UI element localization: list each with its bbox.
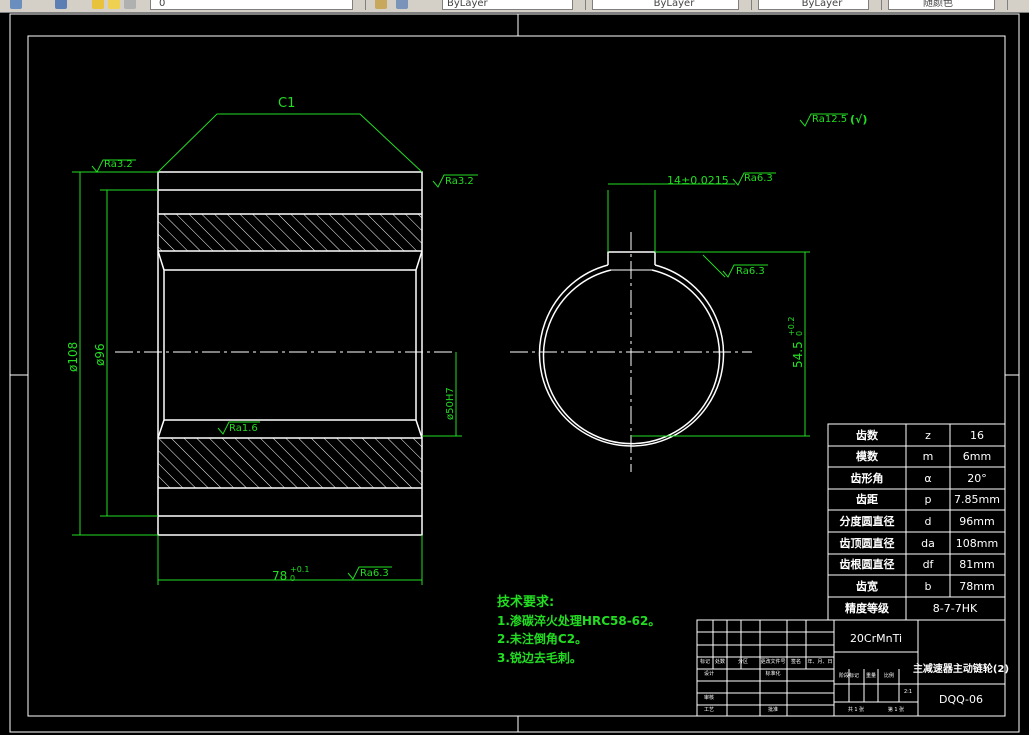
roughness-general-suffix: (√): [850, 113, 867, 126]
hatch-lower: [158, 438, 422, 488]
roughness-mark-top-right: Ra3.2: [432, 174, 478, 188]
roughness-mark-keyway-side: Ra6.3: [722, 264, 768, 278]
param-name: 齿数: [856, 428, 879, 442]
dim-length-tol-upper: +0.1: [290, 565, 309, 574]
weight-label: 重量: [866, 672, 876, 679]
sheets-total: 共 1 张: [848, 706, 864, 713]
hdr-label: 更改文件号: [760, 658, 785, 665]
keyway-width-dim: 14±0.0215: [667, 174, 729, 187]
params-rows: 齿数 z 16 模数 m 6mm 齿形角 α 20° 齿距 p 7.85mm 分…: [840, 428, 1000, 615]
param-value: 96mm: [959, 515, 994, 528]
param-name: 模数: [856, 449, 879, 463]
review-label: 审核: [704, 694, 714, 701]
approve-label: 批准: [768, 706, 778, 713]
tech-item: 2.未注倒角C2。: [497, 631, 587, 646]
param-value: 16: [970, 429, 984, 442]
sheet-number: 第 1 张: [888, 706, 904, 713]
dim-length: 78: [272, 569, 287, 583]
tech-item: 3.锐边去毛刺。: [497, 650, 582, 665]
tech-item: 1.渗碳淬火处理HRC58-62。: [497, 613, 660, 628]
roughness-text: Ra1.6: [229, 423, 258, 434]
stage-label: 阶段标记: [839, 672, 859, 679]
param-symbol: p: [925, 493, 932, 506]
tech-title: 技术要求:: [497, 594, 554, 610]
param-value: 108mm: [956, 537, 998, 550]
roughness-text: Ra6.3: [744, 173, 773, 184]
hdr-label: 分区: [738, 658, 748, 665]
hdr-label: 处数: [715, 658, 725, 665]
bore-circle-inner: [542, 269, 721, 445]
param-name: 齿根圆直径: [840, 557, 895, 571]
title-block: 20CrMnTi 主减速器主动链轮(2) DQQ-06 标记 处数 分区 更改文…: [696, 619, 1009, 717]
dim-inner-diameter: ø96: [93, 343, 107, 366]
precision-label: 精度等级: [845, 601, 890, 615]
param-name: 齿形角: [851, 471, 884, 485]
param-symbol: b: [925, 580, 932, 593]
roughness-general-text: Ra12.5: [812, 114, 847, 125]
dim-outer-diameter: ø108: [66, 342, 80, 372]
param-name: 齿距: [856, 492, 878, 506]
scale-label: 比例: [884, 672, 894, 679]
hatch-upper: [158, 214, 422, 251]
param-symbol: d: [925, 515, 932, 528]
hdr-label: 签名: [791, 658, 801, 665]
param-value: 20°: [967, 472, 987, 485]
param-name: 分度圆直径: [840, 514, 895, 528]
section-view: [115, 113, 455, 536]
drawing-number: DQQ-06: [939, 693, 983, 706]
param-value: 7.85mm: [954, 493, 1000, 506]
hdr-label: 年、月、日: [807, 658, 832, 665]
param-symbol: z: [925, 429, 931, 442]
chamfer-label: C1: [278, 96, 295, 111]
roughness-text: Ra6.3: [736, 266, 765, 277]
precision-value: 8-7-7HK: [933, 602, 978, 615]
roughness-general: Ra12.5 (√): [799, 113, 867, 127]
param-value: 78mm: [959, 580, 994, 593]
drawing-canvas[interactable]: C1 Ra3.2 Ra3.2 Ra1.6 Ra6.3 ø108 ø96 ø50H…: [0, 0, 1029, 735]
part-name: 主减速器主动链轮(2): [913, 662, 1009, 675]
roughness-mark-keyway: Ra6.3: [732, 172, 776, 186]
params-table: 齿数 z 16 模数 m 6mm 齿形角 α 20° 齿距 p 7.85mm 分…: [827, 423, 1006, 621]
param-symbol: da: [921, 537, 935, 550]
param-name: 齿顶圆直径: [840, 536, 895, 550]
param-symbol: df: [923, 558, 935, 571]
scale-value: 2:1: [904, 689, 912, 695]
standard-label: 标准化: [765, 670, 780, 677]
dim-length-value: 78: [272, 569, 287, 583]
param-symbol: m: [923, 450, 934, 463]
tech-requirements: 技术要求: 1.渗碳淬火处理HRC58-62。 2.未注倒角C2。 3.锐边去毛…: [497, 594, 660, 665]
tooth-profile: [157, 113, 423, 173]
dim-bore-diameter: ø50H7: [445, 387, 456, 420]
param-name: 齿宽: [856, 579, 878, 593]
material-label: 20CrMnTi: [850, 632, 902, 645]
roughness-mark-bottom: Ra6.3: [347, 566, 392, 580]
roughness-text: Ra3.2: [445, 176, 474, 187]
design-label: 设计: [704, 670, 714, 677]
roughness-mark-top-left: Ra3.2: [91, 159, 136, 173]
roughness-text: Ra3.2: [104, 159, 133, 170]
param-value: 6mm: [963, 450, 991, 463]
keyway-depth-dim: 54.5: [791, 341, 805, 368]
roughness-text: Ra6.3: [360, 568, 389, 579]
param-symbol: α: [924, 472, 931, 485]
roughness-mark-inner: Ra1.6: [217, 421, 260, 435]
param-value: 81mm: [959, 558, 994, 571]
process-label: 工艺: [704, 707, 714, 713]
dim-length-tol-lower: 0: [290, 574, 295, 583]
hdr-label: 标记: [700, 658, 710, 665]
keyway-depth-tol-lower: 0: [795, 331, 804, 336]
